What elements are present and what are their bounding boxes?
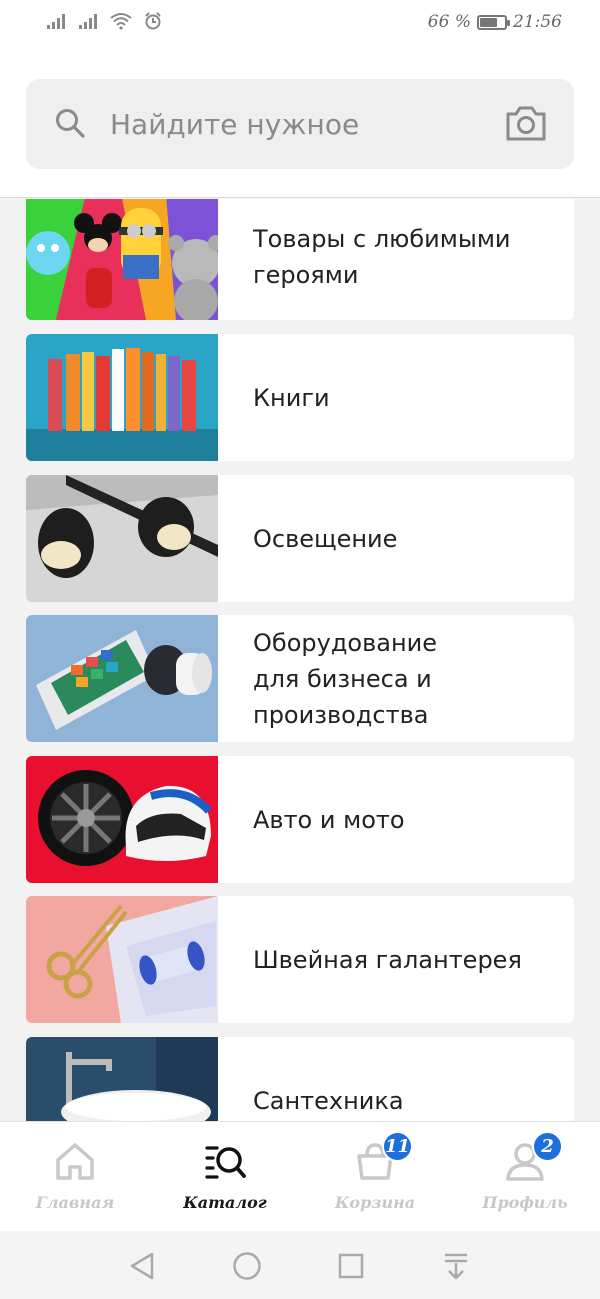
cart-badge: 11 <box>382 1131 413 1162</box>
category-image-lighting <box>26 475 218 602</box>
category-card-sewing[interactable]: Швейная галантерея <box>26 896 574 1023</box>
recents-icon[interactable] <box>338 1251 364 1281</box>
category-label: Книги <box>253 383 330 412</box>
category-card-auto[interactable]: Авто и мото <box>26 756 574 883</box>
tab-catalog[interactable]: Каталог <box>150 1122 300 1232</box>
category-label: Освещение <box>253 524 398 553</box>
header: Найдите нужное <box>0 50 600 198</box>
tab-label: Корзина <box>334 1193 416 1212</box>
battery-percent: 66 % <box>427 12 471 32</box>
category-card-lighting[interactable]: Освещение <box>26 475 574 602</box>
home-icon <box>56 1143 94 1180</box>
category-list[interactable]: Товары с любимыми героями Книги Освещени… <box>0 199 600 1121</box>
tab-profile[interactable]: 2 Профиль <box>450 1122 600 1232</box>
tab-cart[interactable]: 11 Корзина <box>300 1122 450 1232</box>
alarm-icon <box>145 12 161 30</box>
camera-icon[interactable] <box>504 103 548 143</box>
tab-home[interactable]: Главная <box>0 1122 150 1232</box>
battery-icon <box>477 14 510 30</box>
tab-label: Главная <box>35 1193 115 1212</box>
category-label: Сантехника <box>253 1086 404 1115</box>
system-nav-bar <box>0 1231 600 1299</box>
category-label: Швейная галантерея <box>253 945 522 974</box>
status-bar: 66 % 21:56 <box>0 0 600 50</box>
category-image-plumbing <box>26 1037 218 1121</box>
notifications-pull-icon[interactable] <box>442 1251 470 1281</box>
category-image-characters <box>26 199 218 320</box>
category-image-auto <box>26 756 218 883</box>
search-bar[interactable]: Найдите нужное <box>26 79 574 169</box>
bottom-tab-bar: Главная Каталог 11 Корзина 2 Профиль <box>0 1121 600 1231</box>
home-nav-icon[interactable] <box>232 1251 262 1281</box>
signal-icon-2 <box>79 14 97 29</box>
category-card-business[interactable]: Оборудование для бизнеса и производства <box>26 615 574 742</box>
clock: 21:56 <box>513 12 562 32</box>
category-label: Авто и мото <box>253 805 405 834</box>
category-card-books[interactable]: Книги <box>26 334 574 461</box>
catalog-search-icon <box>205 1146 246 1179</box>
back-icon[interactable] <box>128 1251 156 1281</box>
category-label: Оборудование для бизнеса и производства <box>253 628 437 729</box>
category-image-books <box>26 334 218 461</box>
category-card-plumbing[interactable]: Сантехника <box>26 1037 574 1121</box>
signal-icon <box>47 14 65 29</box>
profile-badge: 2 <box>532 1131 563 1162</box>
category-image-business <box>26 615 218 742</box>
tab-label: Каталог <box>183 1193 267 1212</box>
wifi-icon <box>110 13 132 30</box>
battery-fill <box>480 17 498 27</box>
search-input[interactable]: Найдите нужное <box>110 108 359 141</box>
category-card-characters[interactable]: Товары с любимыми героями <box>26 199 574 320</box>
category-image-sewing <box>26 896 218 1023</box>
category-label: Товары с любимыми героями <box>253 224 511 289</box>
tab-label: Профиль <box>482 1193 568 1212</box>
search-icon <box>56 109 85 138</box>
